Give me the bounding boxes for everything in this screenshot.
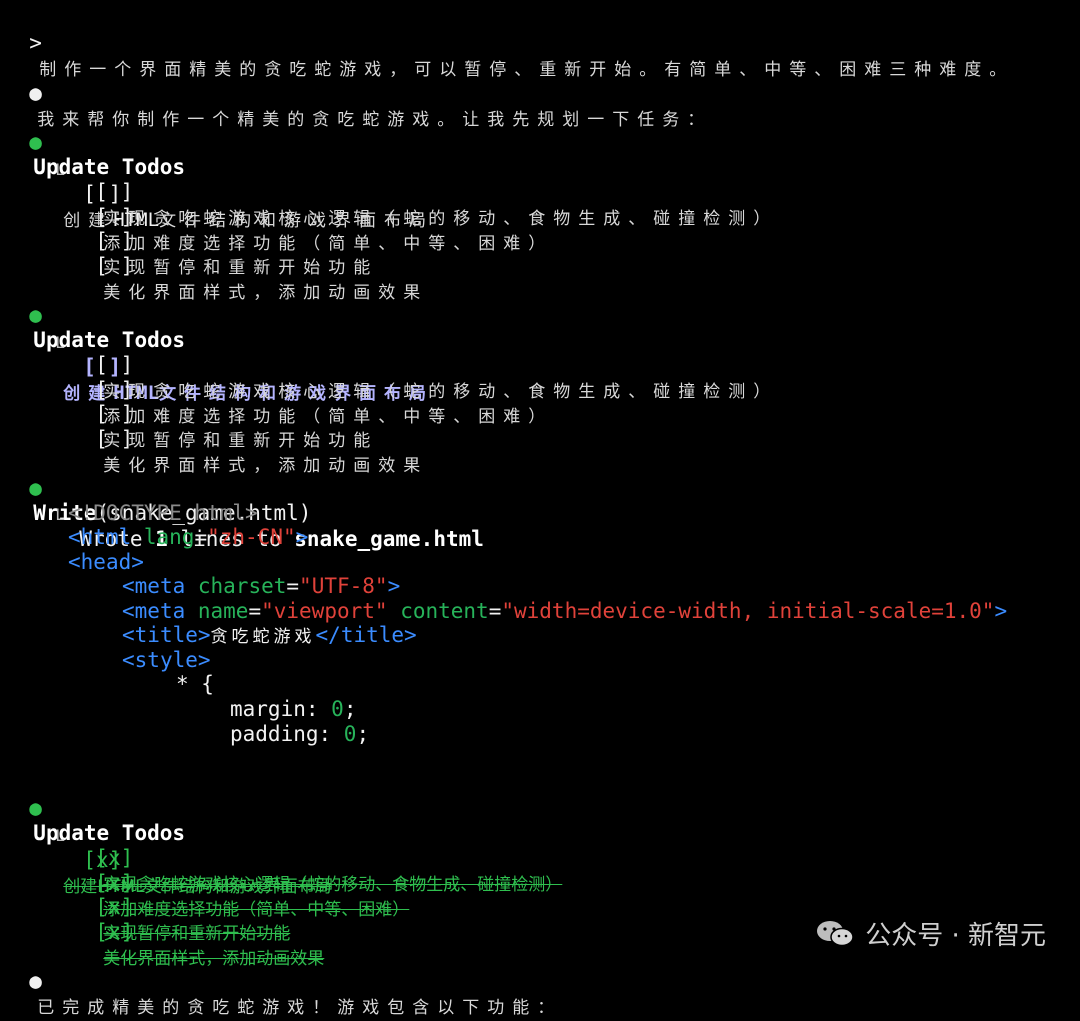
code-token: =	[248, 599, 262, 623]
code-token: html	[80, 525, 132, 549]
todos-1-item: [ ] 实现暂停和重新开始功能	[70, 204, 378, 278]
checkbox: [ ]	[95, 254, 134, 278]
checkbox: [ ]	[95, 427, 134, 451]
todos-2-item: [ ] 实现贪吃蛇游戏核心逻辑（蛇的移动、食物生成、碰撞检测）	[70, 328, 778, 402]
code-token: content	[387, 599, 489, 623]
code-token: </	[315, 623, 341, 647]
code-token: =	[286, 574, 300, 598]
write-result-file: snake_game.html	[294, 527, 484, 551]
code-style-line: <style>	[122, 648, 211, 673]
checkbox-checked: [x]	[95, 920, 134, 944]
code-title-line: <title>贪吃蛇游戏</title>	[122, 623, 417, 648]
todos-3-item: [x] 实现暂停和重新开始功能	[70, 870, 290, 944]
code-token: >	[131, 550, 144, 574]
code-token: >	[387, 574, 401, 598]
elbow-icon: L	[55, 505, 65, 524]
final-text: 已完成精美的贪吃蛇游戏！游戏包含以下功能：	[37, 998, 563, 1018]
code-token: margin:	[230, 697, 332, 721]
elbow-icon: L	[55, 160, 65, 179]
code-token: style	[134, 648, 198, 672]
code-selector-line: * {	[176, 672, 214, 696]
code-token: title	[340, 623, 405, 647]
code-html-line: <html lang="zh-CN">	[68, 525, 308, 550]
code-token: >	[994, 599, 1008, 623]
code-token: <	[68, 525, 81, 549]
prompt-marker: >	[29, 31, 42, 55]
code-token: padding:	[230, 722, 344, 746]
code-token: lang	[131, 525, 195, 549]
code-token: <	[122, 599, 135, 623]
code-token: name	[185, 599, 249, 623]
code-token: head	[80, 550, 132, 574]
code-token: "UTF-8"	[299, 574, 388, 598]
code-token: 0	[343, 722, 357, 746]
code-token: meta	[134, 599, 186, 623]
todos-1-item: [ ] 添加难度选择功能（简单、中等、困难）	[70, 180, 553, 254]
todos-3-item: [x] 添加难度选择功能（简单、中等、困难）	[70, 846, 409, 920]
code-token: "viewport"	[261, 599, 388, 623]
bullet-icon: ●	[29, 81, 42, 105]
todos-2-item: [ ] 美化界面样式，添加动画效果	[70, 402, 428, 476]
code-token: >	[295, 525, 309, 549]
code-doctype: <!DOCTYPE html>	[68, 501, 258, 525]
code-token: =	[488, 599, 502, 623]
intro-line: ● 我来帮你制作一个精美的贪吃蛇游戏。让我先规划一下任务：	[4, 56, 712, 130]
code-meta-viewport-line: <meta name="viewport" content="width=dev…	[122, 599, 1007, 624]
code-token: "zh-CN"	[207, 525, 296, 549]
code-meta-charset-line: <meta charset="UTF-8">	[122, 574, 400, 599]
code-token: title	[134, 623, 198, 647]
code-token: meta	[134, 574, 186, 598]
code-token: ;	[343, 697, 357, 721]
todos-3-item: [x] 实现贪吃蛇游戏核心逻辑（蛇的移动、食物生成、碰撞检测）	[70, 821, 562, 895]
bullet-icon: ●	[29, 969, 42, 993]
todo-label: 实现暂停和重新开始功能	[103, 258, 379, 278]
todos-2-item-active: L [ ] 创建HTML文件结构和游戏界面布局	[30, 304, 434, 404]
todos-3-item: L [x] 创建HTML文件结构和游戏界面布局	[30, 797, 331, 897]
todo-label: 实现暂停和重新开始功能	[103, 431, 379, 451]
todos-2-header: ● Update Todos	[4, 278, 185, 352]
code-margin-line: margin: 0;	[230, 697, 356, 722]
code-token: 贪吃蛇游戏	[210, 627, 316, 647]
todos-1-item: L [ ] 创建HTML文件结构和游戏界面布局	[30, 131, 434, 231]
write-header: ● Write(snake_game.html)	[4, 451, 311, 525]
prompt-line: > 制作一个界面精美的贪吃蛇游戏，可以暂停、重新开始。有简单、中等、困难三种难度…	[4, 6, 1014, 80]
code-padding-line: padding: 0;	[230, 722, 369, 747]
todos-1-item: [ ] 实现贪吃蛇游戏核心逻辑（蛇的移动、食物生成、碰撞检测）	[70, 155, 778, 229]
code-token: <	[68, 550, 81, 574]
code-token: charset	[185, 574, 287, 598]
todos-3-header: ● Update Todos	[4, 771, 185, 845]
watermark: 公众号 · 新智元	[815, 915, 1046, 951]
todos-2-item: [ ] 实现暂停和重新开始功能	[70, 377, 378, 451]
final-line: ● 已完成精美的贪吃蛇游戏！游戏包含以下功能：	[4, 944, 562, 1018]
todos-1-header: ● Update Todos	[4, 105, 185, 179]
code-token: >	[197, 648, 211, 672]
todos-2-item: [ ] 添加难度选择功能（简单、中等、困难）	[70, 353, 553, 427]
code-head-line: <head>	[68, 550, 144, 575]
code-token: >	[197, 623, 211, 647]
code-token: <	[122, 574, 135, 598]
todos-1-item: [ ] 美化界面样式，添加动画效果	[70, 229, 428, 303]
code-token: <	[122, 648, 135, 672]
watermark-text: 公众号 · 新智元	[865, 920, 1046, 951]
code-token: 0	[331, 697, 344, 721]
elbow-icon: L	[55, 333, 65, 352]
code-token: <	[122, 623, 135, 647]
write-result: L Wrote 1 lines to snake_game.html	[30, 476, 484, 551]
wechat-icon	[815, 918, 855, 948]
code-token: >	[404, 623, 417, 647]
todos-3-item: [x] 美化界面样式，添加动画效果	[70, 895, 324, 969]
elbow-icon: L	[55, 826, 65, 845]
code-token: ;	[356, 722, 370, 746]
code-token: =	[194, 525, 208, 549]
code-token: "width=device-width, initial-scale=1.0"	[501, 599, 995, 623]
